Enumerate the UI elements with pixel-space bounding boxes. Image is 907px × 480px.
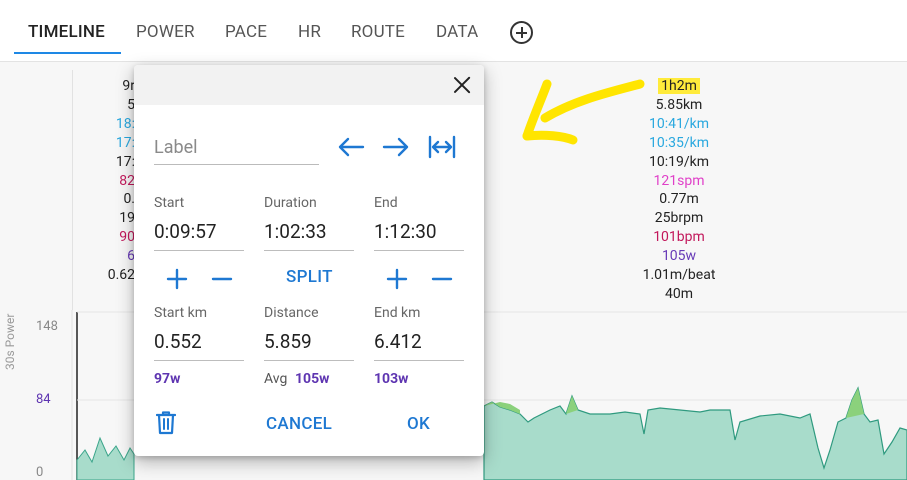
expand-width-icon[interactable]: [428, 135, 456, 159]
y-axis-label: 30s Power: [3, 313, 17, 370]
close-icon[interactable]: [452, 75, 472, 95]
split-dialog: Start 0:09:57 Duration 1:02:33 End 1:12:…: [134, 65, 484, 456]
stat-value: 19: [119, 210, 135, 227]
dialog-header: [134, 65, 484, 105]
tab-bar: TIMELINE POWER PACE HR ROUTE DATA: [0, 0, 907, 62]
stat-power: 105w: [661, 248, 697, 265]
add-tab-icon[interactable]: [510, 21, 533, 44]
trash-icon[interactable]: [156, 411, 176, 435]
duration-underline: [264, 250, 354, 251]
stat-value: 17:: [115, 153, 135, 170]
distance-field[interactable]: 5.859: [264, 330, 312, 353]
active-tab-indicator: [14, 52, 121, 54]
end-plus-icon[interactable]: [386, 268, 408, 290]
avg-power-value: 105w: [295, 371, 330, 387]
arrow-right-icon[interactable]: [382, 136, 410, 158]
start-time-field[interactable]: 0:09:57: [154, 220, 217, 243]
stat-elevation: 40m: [664, 285, 693, 302]
end-km-field[interactable]: 6.412: [374, 330, 422, 353]
stat-value: 17:: [115, 134, 135, 151]
y-tick-max: 148: [36, 319, 58, 334]
start-km-label: Start km: [154, 305, 208, 321]
stats-column-left: 9r 5 18: 17: 17: 82 0. 19 90 6 0.62: [95, 77, 135, 285]
end-km-label: End km: [374, 305, 421, 321]
tab-power[interactable]: POWER: [136, 22, 195, 42]
stat-value: 5: [127, 96, 135, 113]
tab-timeline[interactable]: TIMELINE: [28, 22, 105, 42]
tab-route[interactable]: ROUTE: [351, 22, 405, 42]
end-power-value: 103w: [374, 371, 409, 387]
duration-label: Duration: [264, 195, 317, 211]
stat-duration: 1h2m: [658, 78, 700, 94]
y-tick-zero: 0: [36, 465, 44, 480]
stat-stride: 0.77m: [659, 191, 699, 208]
stat-value: 18:: [115, 115, 135, 132]
tab-data[interactable]: DATA: [436, 22, 478, 42]
stat-value: 0.62: [107, 267, 135, 284]
end-time-underline: [374, 250, 464, 251]
stat-value: 82: [119, 172, 135, 189]
start-minus-icon[interactable]: [211, 268, 233, 290]
start-plus-icon[interactable]: [166, 268, 188, 290]
end-km-underline: [374, 360, 464, 361]
start-label: Start: [154, 195, 185, 211]
y-tick-avg: 84: [36, 392, 51, 407]
stat-cadence: 121spm: [653, 172, 705, 189]
stat-value: 9r: [122, 78, 135, 94]
tab-hr[interactable]: HR: [298, 22, 321, 42]
start-time-underline: [154, 250, 244, 251]
stat-heart-rate: 101bpm: [653, 229, 705, 246]
end-label: End: [374, 195, 398, 211]
avg-label: Avg: [264, 371, 288, 387]
arrow-left-icon[interactable]: [337, 136, 365, 158]
stat-efficiency: 1.01m/beat: [642, 267, 716, 284]
annotation-arrow-icon: [522, 79, 645, 145]
start-km-underline: [154, 360, 244, 361]
stat-value: 90: [119, 229, 135, 246]
end-minus-icon[interactable]: [431, 268, 453, 290]
stats-divider: [72, 70, 73, 310]
start-km-field[interactable]: 0.552: [154, 330, 202, 353]
ok-button[interactable]: OK: [407, 414, 430, 434]
end-time-field[interactable]: 1:12:30: [374, 220, 437, 243]
distance-label: Distance: [264, 305, 319, 321]
tab-pace[interactable]: PACE: [225, 22, 267, 42]
cancel-button[interactable]: CANCEL: [266, 414, 332, 434]
stat-value: 6: [127, 248, 135, 265]
duration-field[interactable]: 1:02:33: [264, 220, 327, 243]
distance-underline: [264, 360, 354, 361]
start-power-value: 97w: [154, 371, 181, 387]
split-button[interactable]: SPLIT: [286, 267, 333, 287]
label-input[interactable]: [154, 131, 319, 165]
stat-breathing: 25brpm: [654, 210, 704, 227]
stat-value: 0.: [123, 191, 135, 208]
